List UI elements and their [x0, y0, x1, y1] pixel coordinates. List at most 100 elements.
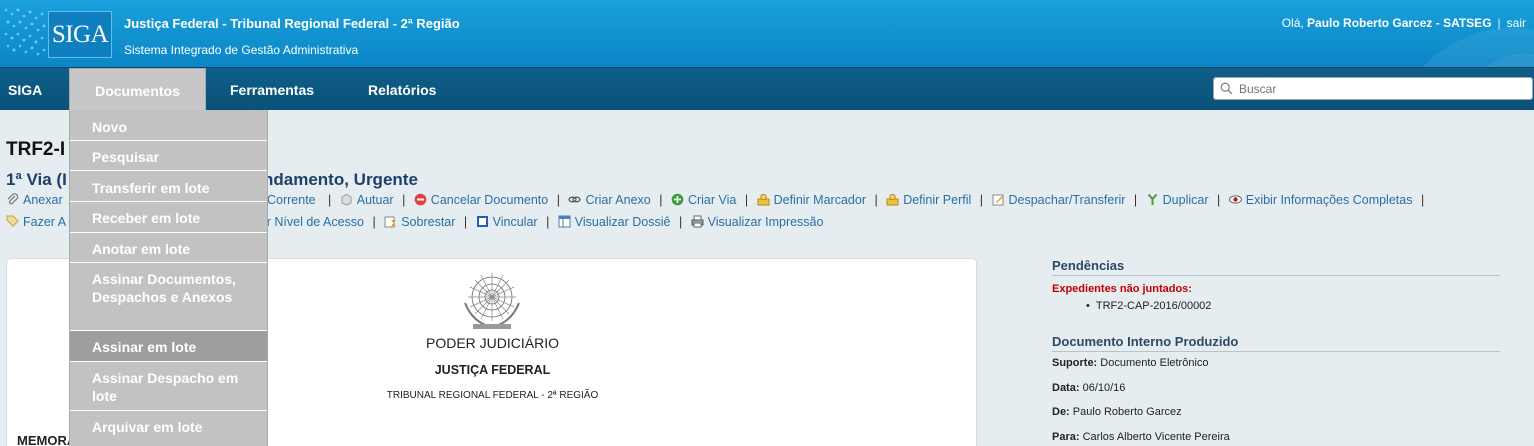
hourglass-icon — [384, 216, 397, 228]
box-icon — [341, 193, 352, 206]
menu-item-assinar-documentos[interactable]: Assinar Documentos, Despachos e Anexos — [70, 263, 267, 331]
window-icon — [558, 215, 571, 228]
menu-item-novo[interactable]: Novo — [70, 110, 267, 141]
app-header: SIGA Justiça Federal - Tribunal Regional… — [0, 0, 1534, 67]
action-cancelar[interactable]: Cancelar Documento — [414, 193, 548, 207]
status-right: ndamento, Urgente — [263, 170, 418, 189]
action-criar-anexo[interactable]: Criar Anexo — [568, 193, 651, 207]
action-visualizar-impressao[interactable]: Visualizar Impressão — [691, 215, 824, 229]
main-navbar: SIGA Documentos Ferramentas Relatórios — [0, 67, 1534, 111]
menu-item-pesquisar[interactable]: Pesquisar — [70, 141, 267, 171]
action-autuar[interactable]: Autuar — [340, 193, 394, 207]
expediente-link[interactable]: TRF2-CAP-2016/00002 — [1086, 300, 1212, 312]
action-criar-via[interactable]: Criar Via — [671, 193, 736, 207]
action-label: Despachar/Transferir — [1008, 193, 1126, 207]
meta-key: Suporte: — [1052, 357, 1098, 369]
search-icon — [1220, 82, 1233, 95]
action-label: nir Nível de Acesso — [257, 215, 364, 229]
app-subtitle: Sistema Integrado de Gestão Administrati… — [124, 43, 359, 57]
document-actions-row2: Fazer A nir Nível de Acesso | Sobrestar … — [6, 215, 823, 229]
add-icon — [671, 193, 684, 206]
action-label: Definir Perfil — [903, 193, 972, 207]
pendencias-heading: Pendências — [1052, 258, 1500, 276]
meta-value: 06/10/16 — [1082, 382, 1126, 394]
separator: | — [1497, 16, 1501, 30]
person-icon — [757, 193, 770, 206]
action-definir-marcador[interactable]: Definir Marcador — [757, 193, 866, 207]
meta-key: Para: — [1052, 431, 1080, 443]
meta-de: De: Paulo Roberto Garcez — [1052, 406, 1182, 418]
action-vincular[interactable]: Vincular — [476, 215, 538, 229]
action-label: Fazer A — [23, 215, 67, 229]
documentos-dropdown-menu: Novo Pesquisar Transferir em lote Recebe… — [69, 110, 268, 446]
meta-value: Documento Eletrônico — [1100, 357, 1209, 369]
cancel-icon — [414, 193, 427, 206]
action-label: Autuar — [356, 193, 394, 207]
meta-data: Data: 06/10/16 — [1052, 382, 1125, 394]
nav-ferramentas[interactable]: Ferramentas — [230, 68, 314, 111]
coat-of-arms-emblem — [464, 273, 520, 329]
action-label: Definir Marcador — [773, 193, 866, 207]
search-input[interactable] — [1239, 79, 1529, 98]
edit-icon — [992, 194, 1004, 206]
header-swirl-decoration — [1422, 27, 1534, 67]
action-label: Duplicar — [1162, 193, 1209, 207]
document-actions-row1: Anexar Corrente | Autuar | Cancelar Docu… — [6, 193, 1424, 207]
book-icon — [476, 216, 488, 227]
meta-para: Para: Carlos Alberto Vicente Pereira — [1052, 431, 1230, 443]
logout-link[interactable]: sair — [1507, 16, 1526, 30]
expedientes-label: Expedientes não juntados: — [1052, 283, 1192, 295]
meta-suporte: Suporte: Documento Eletrônico — [1052, 357, 1209, 369]
meta-key: De: — [1052, 406, 1070, 418]
action-corrente[interactable]: Corrente — [267, 193, 316, 207]
person-icon — [886, 193, 899, 206]
meta-value: Paulo Roberto Garcez — [1072, 406, 1182, 418]
tag-icon — [6, 215, 19, 227]
document-code: TRF2-I — [6, 139, 66, 160]
action-despachar[interactable]: Despachar/Transferir — [992, 193, 1126, 207]
printer-icon — [691, 215, 704, 228]
action-label: Exibir Informações Completas — [1245, 193, 1413, 207]
paperclip-icon — [7, 193, 19, 205]
action-anexar[interactable]: Anexar — [6, 193, 63, 207]
app-title: Justiça Federal - Tribunal Regional Fede… — [124, 16, 460, 31]
documento-interno-heading: Documento Interno Produzido — [1052, 334, 1500, 352]
action-fazer-anotacao[interactable]: Fazer A — [6, 215, 66, 229]
link-icon — [568, 196, 582, 203]
action-visualizar-dossie[interactable]: Visualizar Dossiê — [558, 215, 671, 229]
action-sobrestar[interactable]: Sobrestar — [384, 215, 455, 229]
menu-item-assinar-em-lote[interactable]: Assinar em lote — [70, 331, 267, 362]
action-label: Visualizar Impressão — [707, 215, 824, 229]
search-box[interactable] — [1213, 77, 1533, 100]
siga-logo[interactable]: SIGA — [48, 11, 112, 58]
action-definir-perfil[interactable]: Definir Perfil — [886, 193, 971, 207]
action-label: Visualizar Dossiê — [574, 215, 671, 229]
status-left: 1ª Via (I — [6, 170, 67, 189]
menu-item-receber-em-lote[interactable]: Receber em lote — [70, 202, 267, 233]
greeting-prefix: Olá, — [1281, 16, 1308, 30]
meta-key: Data: — [1052, 382, 1080, 394]
action-label: Corrente — [267, 193, 316, 207]
document-status: 1ª Via (I ndamento, Urgente — [6, 170, 418, 190]
nav-documentos[interactable]: Documentos — [69, 68, 206, 111]
action-label: Criar Anexo — [585, 193, 651, 207]
action-redefinir-nivel-acesso[interactable]: nir Nível de Acesso — [257, 215, 364, 229]
action-label: Anexar — [23, 193, 63, 207]
menu-item-assinar-despacho-em-lote[interactable]: Assinar Despacho em lote — [70, 362, 267, 411]
action-exibir-info[interactable]: Exibir Informações Completas — [1228, 193, 1413, 207]
action-label: Cancelar Documento — [430, 193, 549, 207]
user-info: Olá, Paulo Roberto Garcez - SATSEG | sair — [1282, 16, 1526, 30]
menu-item-anotar-em-lote[interactable]: Anotar em lote — [70, 233, 267, 263]
action-duplicar[interactable]: Duplicar — [1146, 193, 1209, 207]
user-name: Paulo Roberto Garcez - SATSEG — [1307, 16, 1492, 30]
action-label: Sobrestar — [401, 215, 456, 229]
meta-value: Carlos Alberto Vicente Pereira — [1082, 431, 1230, 443]
fork-icon — [1147, 193, 1157, 205]
menu-item-transferir-em-lote[interactable]: Transferir em lote — [70, 171, 267, 202]
nav-relatorios[interactable]: Relatórios — [368, 68, 436, 111]
eye-icon — [1228, 195, 1242, 204]
nav-siga[interactable]: SIGA — [8, 68, 42, 111]
action-label: Criar Via — [687, 193, 737, 207]
menu-item-arquivar-em-lote[interactable]: Arquivar em lote — [70, 411, 267, 446]
action-label: Vincular — [492, 215, 538, 229]
